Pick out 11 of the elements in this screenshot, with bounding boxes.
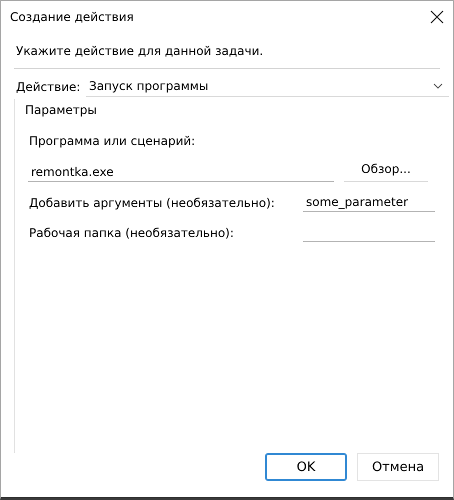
- field-label: Программа или сценарий:: [29, 134, 196, 148]
- action-label: Действие:: [16, 80, 82, 94]
- instruction-text: Укажите действие для данной задачи.: [16, 44, 264, 58]
- field-label: Рабочая папка (необязательно):: [29, 226, 234, 240]
- close-icon[interactable]: [429, 8, 445, 24]
- chevron-icon: [433, 83, 443, 89]
- window-title: Создание действия: [10, 10, 134, 24]
- field-label: Добавить аргументы (необязательно):: [29, 196, 275, 210]
- group-title: Параметры: [25, 103, 98, 117]
- dialog-button[interactable]: OK: [265, 453, 347, 481]
- dialog-button[interactable]: Отмена: [357, 453, 439, 481]
